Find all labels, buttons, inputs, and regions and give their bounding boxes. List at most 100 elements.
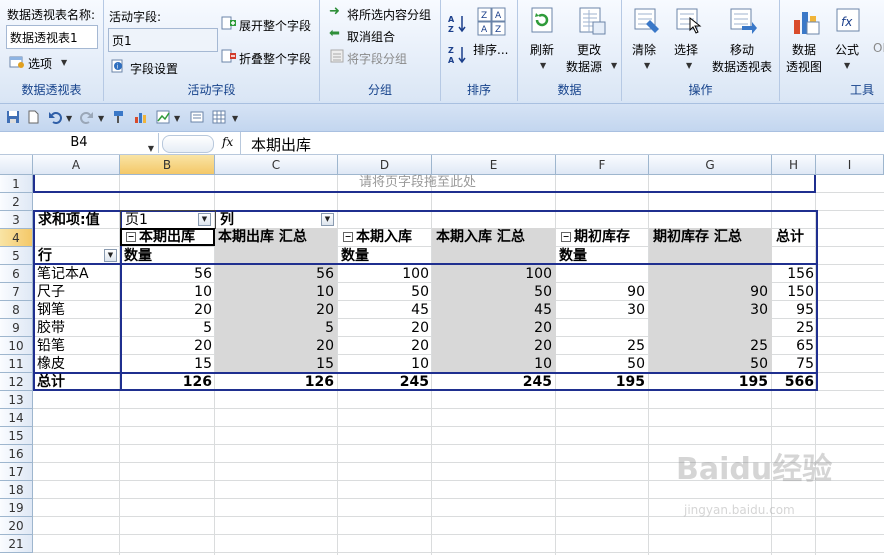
insert-function-icon[interactable]: fx (222, 135, 233, 149)
formula-button[interactable]: fx 公式 ▼ (832, 6, 868, 74)
row-item-label[interactable]: 笔记本A (37, 265, 89, 283)
row-header-15[interactable]: 15 (0, 427, 33, 445)
collapse-icon[interactable]: − (561, 232, 571, 242)
row-header-19[interactable]: 19 (0, 499, 33, 517)
formula-input[interactable]: 本期出库 (240, 132, 884, 154)
group-selection-button[interactable]: ➜ 将所选内容分组 (329, 4, 439, 22)
value-cell[interactable]: 65 (734, 337, 814, 355)
value-cell[interactable]: 15 (132, 355, 212, 373)
value-cell[interactable]: 20 (349, 319, 429, 337)
row-item-label[interactable]: 尺子 (37, 283, 65, 301)
pivot-chart-button[interactable]: 数据 透视图 (786, 6, 826, 74)
value-cell[interactable]: 20 (132, 301, 212, 319)
refresh-button[interactable]: 刷新 ▼ (524, 6, 562, 74)
value-cell[interactable]: 50 (349, 283, 429, 301)
row-item-label[interactable]: 胶带 (37, 319, 65, 337)
row-header-2[interactable]: 2 (0, 193, 33, 211)
column-header-f[interactable]: F (556, 155, 649, 175)
value-cell[interactable]: 50 (565, 355, 645, 373)
value-cell[interactable]: 5 (254, 319, 334, 337)
undo-icon[interactable] (48, 110, 62, 124)
value-cell[interactable]: 25 (565, 337, 645, 355)
column-header-e[interactable]: E (432, 155, 556, 175)
row-header-16[interactable]: 16 (0, 445, 33, 463)
row-header-11[interactable]: 11 (0, 355, 33, 373)
chart-icon[interactable] (134, 110, 148, 124)
row-item-label[interactable]: 钢笔 (37, 301, 65, 319)
row-header-12[interactable]: 12 (0, 373, 33, 391)
row-header-1[interactable]: 1 (0, 175, 33, 193)
value-cell[interactable]: 56 (254, 265, 334, 283)
value-cell[interactable]: 95 (734, 301, 814, 319)
row-header-6[interactable]: 6 (0, 265, 33, 283)
grand-total-value[interactable]: 126 (254, 373, 334, 391)
collapse-icon[interactable]: − (343, 232, 353, 242)
value-cell[interactable]: 15 (254, 355, 334, 373)
value-cell[interactable]: 45 (472, 301, 552, 319)
collapse-field-button[interactable]: 折叠整个字段 (221, 48, 319, 66)
value-cell[interactable]: 150 (734, 283, 814, 301)
pivot-name-input[interactable]: 数据透视表1 (6, 25, 98, 49)
move-pivot-button[interactable]: 移动 数据透视表 (710, 6, 778, 74)
column-header-b[interactable]: B (120, 155, 215, 175)
column-header-c[interactable]: C (215, 155, 338, 175)
value-cell[interactable]: 25 (734, 319, 814, 337)
group-field-button[interactable]: 将字段分组 (329, 48, 439, 66)
column-header-d[interactable]: D (338, 155, 432, 175)
save-icon[interactable] (6, 110, 20, 124)
row-header-4[interactable]: 4 (0, 229, 33, 247)
value-cell[interactable]: 10 (132, 283, 212, 301)
table-icon[interactable] (212, 110, 226, 124)
value-cell[interactable]: 45 (349, 301, 429, 319)
row-header-8[interactable]: 8 (0, 301, 33, 319)
line-chart-icon[interactable] (156, 110, 170, 124)
column-header-a[interactable]: A (33, 155, 120, 175)
column-header-g[interactable]: G (649, 155, 772, 175)
value-cell[interactable]: 10 (254, 283, 334, 301)
value-cell[interactable]: 30 (565, 301, 645, 319)
grand-total-value[interactable]: 245 (349, 373, 429, 391)
value-cell[interactable]: 75 (734, 355, 814, 373)
new-document-icon[interactable] (26, 110, 40, 124)
value-cell[interactable]: 20 (472, 319, 552, 337)
expand-field-button[interactable]: 展开整个字段 (221, 15, 319, 33)
value-cell[interactable]: 20 (472, 337, 552, 355)
active-field-input[interactable]: 页1 (108, 28, 218, 52)
change-source-button[interactable]: 更改 数据源 ▼ (565, 6, 619, 74)
row-header-7[interactable]: 7 (0, 283, 33, 301)
form-icon[interactable] (190, 110, 204, 124)
column-field-filter-button[interactable]: ▼ (321, 213, 334, 226)
row-header-17[interactable]: 17 (0, 463, 33, 481)
customize-qat-icon[interactable]: ▼ (232, 114, 238, 123)
clear-button[interactable]: 清除 ▼ (628, 6, 666, 74)
grand-total-label[interactable]: 总计 (37, 373, 65, 391)
grand-total-value[interactable]: 126 (132, 373, 212, 391)
column-header-i[interactable]: I (816, 155, 884, 175)
value-cell[interactable]: 56 (132, 265, 212, 283)
value-cell[interactable]: 50 (472, 283, 552, 301)
sort-desc-button[interactable]: ZA (447, 44, 469, 66)
row-header-21[interactable]: 21 (0, 535, 33, 553)
row-field-filter-button[interactable]: ▼ (104, 249, 117, 262)
row-header-20[interactable]: 20 (0, 517, 33, 535)
value-cell[interactable]: 100 (349, 265, 429, 283)
value-cell[interactable]: 5 (132, 319, 212, 337)
undo-dropdown-icon[interactable]: ▼ (66, 114, 72, 123)
sort-asc-button[interactable]: AZ (447, 13, 469, 35)
page-field-drop-zone[interactable]: 请将页字段拖至此处 (33, 175, 816, 193)
value-cell[interactable]: 20 (349, 337, 429, 355)
row-item-label[interactable]: 铅笔 (37, 337, 65, 355)
value-cell[interactable]: 90 (565, 283, 645, 301)
olap-tools-button[interactable]: OL (873, 41, 884, 55)
field-settings-button[interactable]: i 字段设置 (110, 58, 210, 76)
select-button[interactable]: 选择 ▼ (670, 6, 708, 74)
row-header-9[interactable]: 9 (0, 319, 33, 337)
grand-total-value[interactable]: 195 (565, 373, 645, 391)
options-button[interactable]: 选项 ▼ (9, 54, 99, 72)
redo-icon[interactable] (80, 110, 94, 124)
value-cell[interactable]: 20 (132, 337, 212, 355)
column-header-h[interactable]: H (772, 155, 816, 175)
row-header-3[interactable]: 3 (0, 211, 33, 229)
page-field-cell[interactable] (120, 210, 216, 229)
row-header-5[interactable]: 5 (0, 247, 33, 265)
